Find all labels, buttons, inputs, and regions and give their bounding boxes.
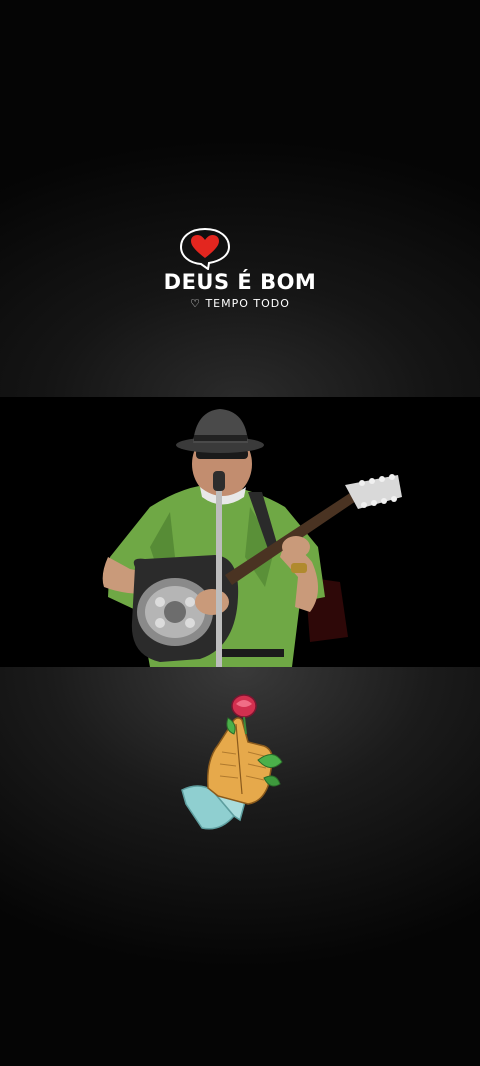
heart-speech-bubble-icon — [179, 227, 231, 270]
video-frame[interactable] — [0, 397, 480, 667]
musician-video-image — [0, 397, 480, 667]
top-blurred-panel: DEUS É BOM ♡ TEMPO TODO — [0, 0, 480, 397]
deus-e-bom-logo: DEUS É BOM ♡ TEMPO TODO — [160, 222, 320, 322]
logo-subtitle: ♡ TEMPO TODO — [190, 297, 290, 310]
praying-hands-rose-sticker — [181, 694, 283, 830]
logo-title: DEUS É BOM — [163, 270, 317, 294]
